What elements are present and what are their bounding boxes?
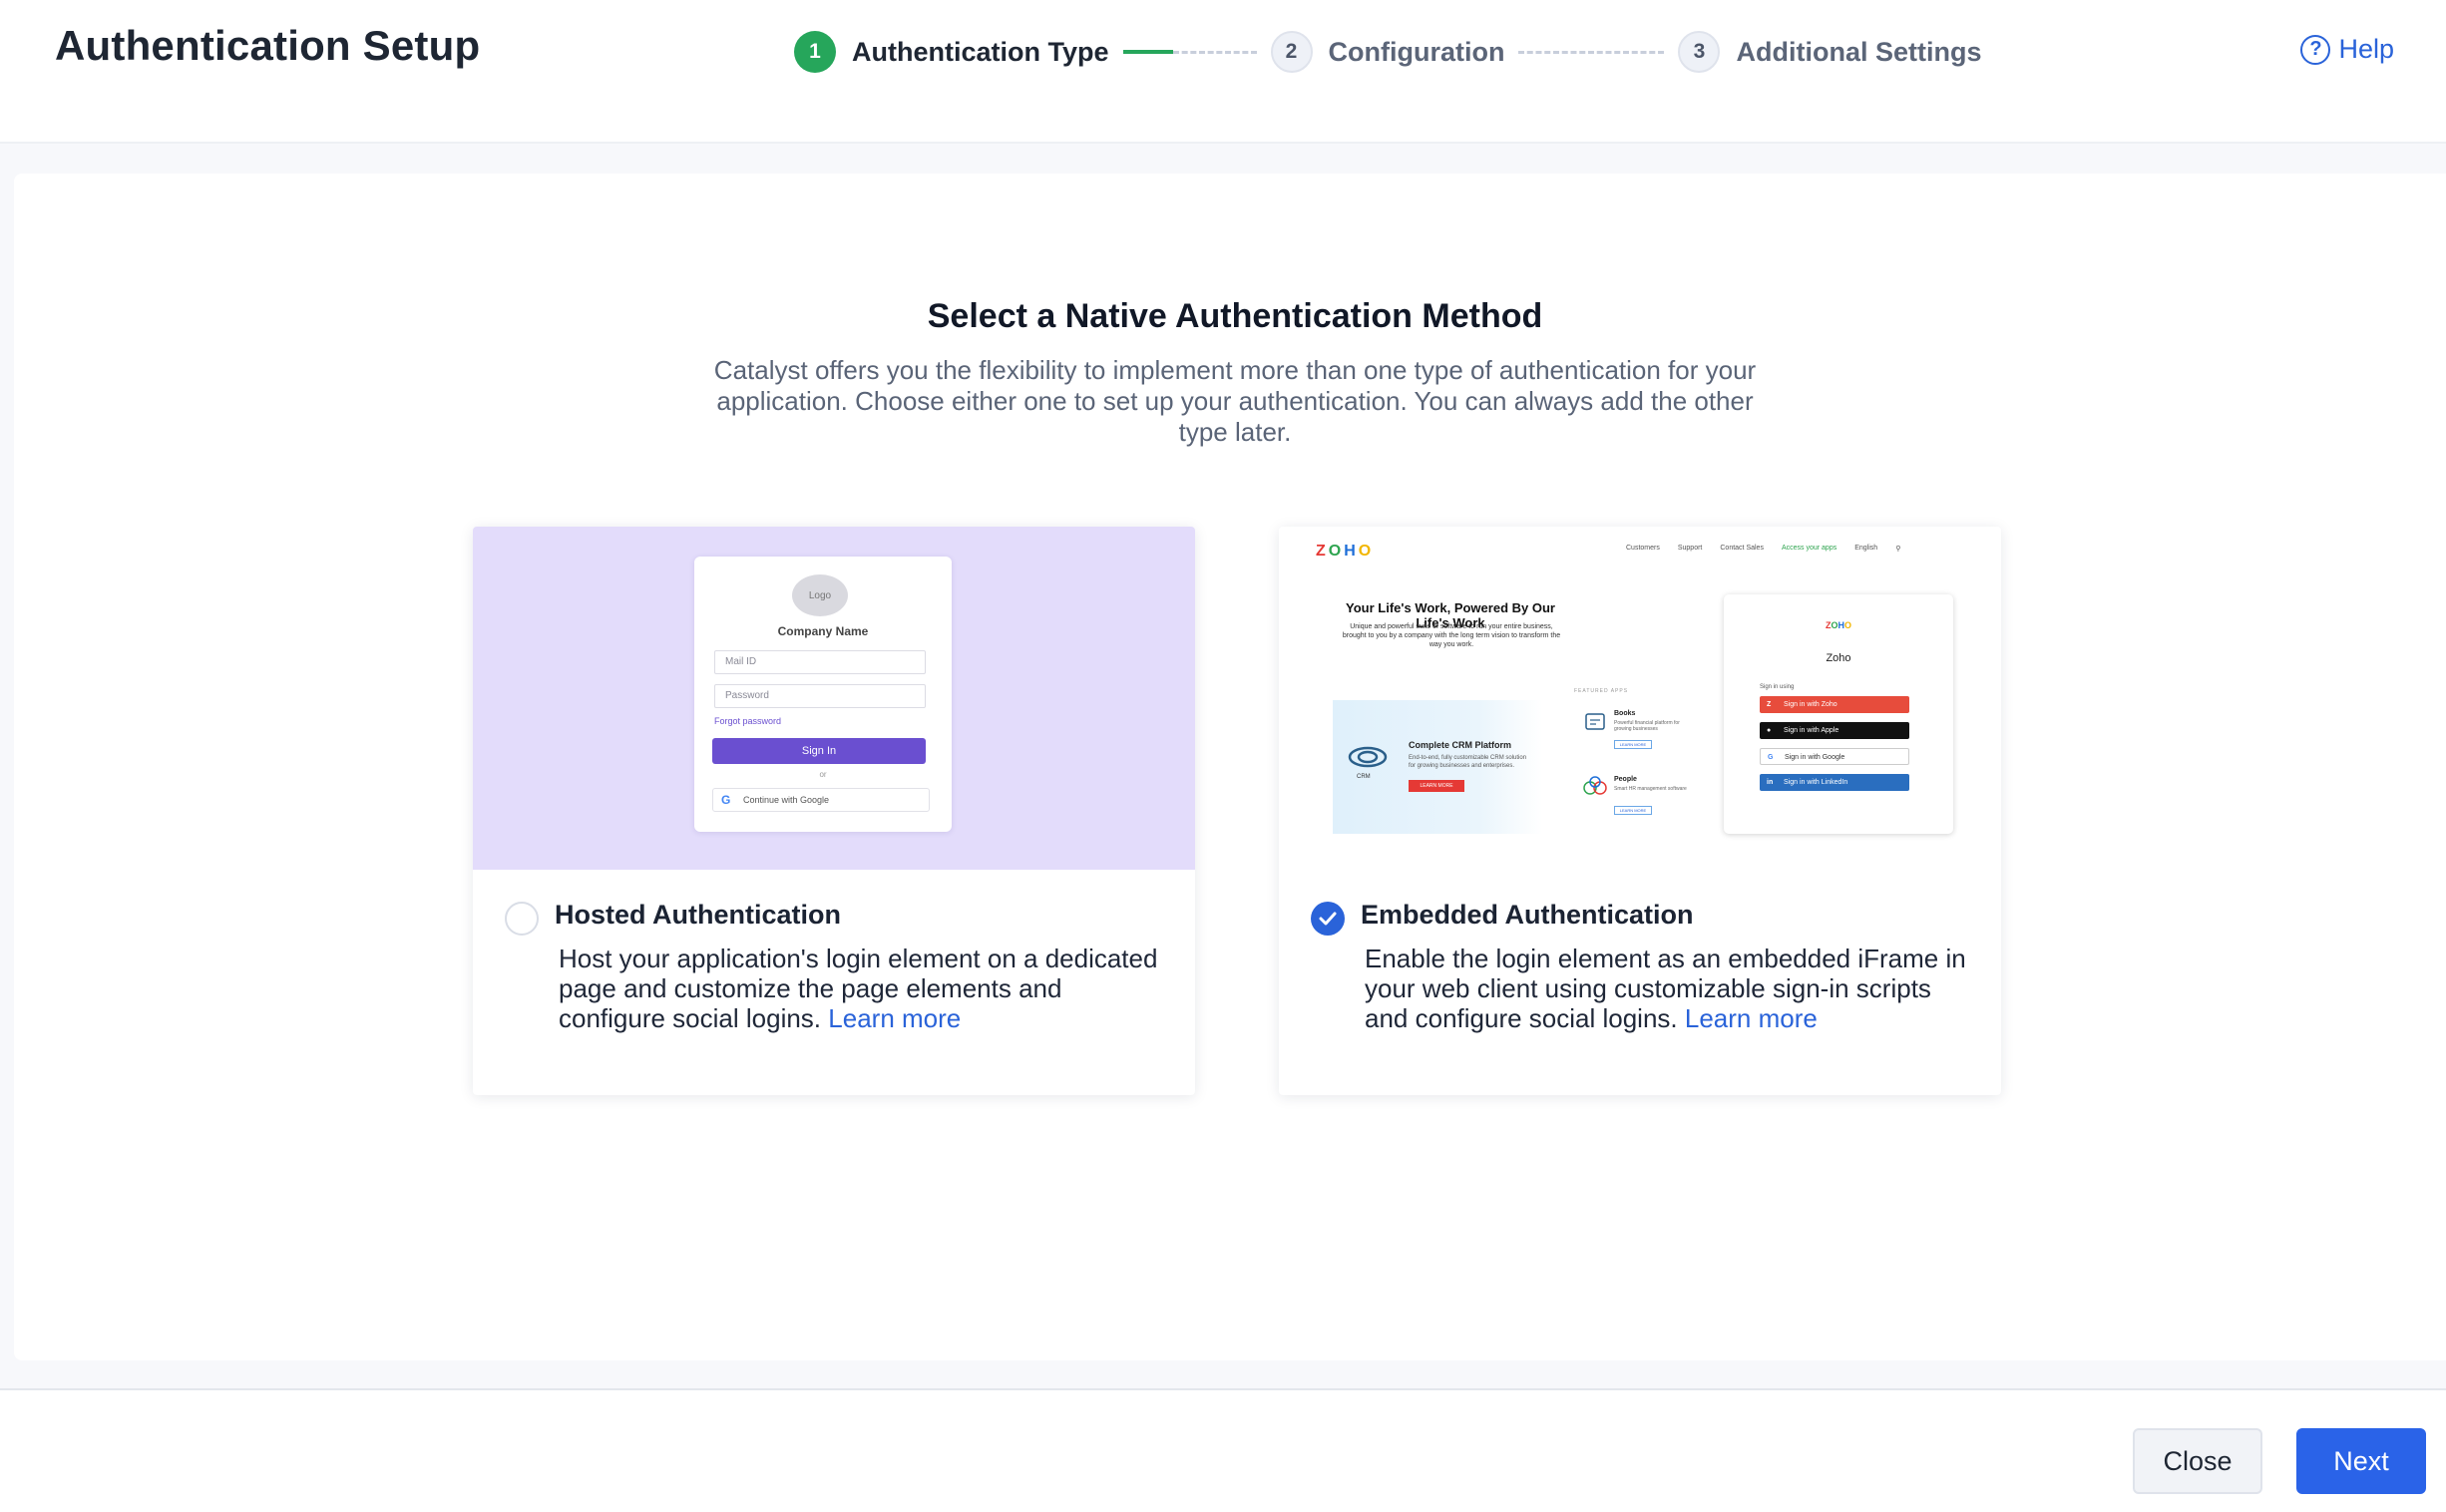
- embedded-preview-image: ZOHO Customers Support Contact Sales Acc…: [1279, 527, 2001, 870]
- step-connector-2: [1518, 50, 1665, 54]
- signin-company-name: Zoho: [1826, 652, 1851, 664]
- preview-or: or: [819, 770, 827, 779]
- preview-nav-item: Support: [1677, 545, 1703, 552]
- preview-featured-label: FEATURED APPS: [1574, 688, 1629, 694]
- crm-title: Complete CRM Platform: [1409, 740, 1512, 750]
- google-icon: G: [1768, 754, 1774, 761]
- hosted-title: Hosted Authentication: [555, 900, 841, 930]
- crm-button: LEARN MORE: [1409, 780, 1464, 792]
- preview-crm-banner: CRM Complete CRM Platform End-to-end, fu…: [1333, 700, 1542, 834]
- crm-label: CRM: [1357, 774, 1371, 780]
- signin-linkedin-button: in Sign in with LinkedIn: [1760, 774, 1909, 791]
- help-icon: ?: [2300, 34, 2331, 65]
- footer: Close Next: [0, 1388, 2446, 1512]
- checkmark-icon: [1319, 912, 1337, 926]
- hosted-authentication-card[interactable]: Logo Company Name Mail ID Password Forgo…: [473, 527, 1195, 1095]
- books-button: LEARN MORE: [1614, 740, 1652, 749]
- preview-subhead: Unique and powerful suite of software to…: [1342, 623, 1561, 648]
- embedded-learn-more-link[interactable]: Learn more: [1685, 1003, 1818, 1033]
- hosted-learn-more-link[interactable]: Learn more: [828, 1003, 961, 1033]
- signin-google-label: Sign in with Google: [1785, 754, 1845, 761]
- section-title: Select a Native Authentication Method: [927, 297, 1543, 335]
- embedded-title: Embedded Authentication: [1361, 900, 1694, 930]
- hosted-preview-form: Logo Company Name Mail ID Password Forgo…: [694, 557, 952, 832]
- people-description: Smart HR management software: [1614, 786, 1687, 792]
- signin-zoho-button: Z Sign in with Zoho: [1760, 696, 1909, 713]
- preview-nav-item: Customers: [1626, 545, 1660, 552]
- preview-password-field: Password: [714, 684, 926, 708]
- books-description: Powerful financial platform for growing …: [1614, 720, 1680, 732]
- embedded-description-text: Enable the login element as an embedded …: [1365, 944, 1966, 1033]
- zoho-icon: Z: [1767, 701, 1772, 708]
- step-authentication-type[interactable]: 1 Authentication Type: [794, 31, 1109, 73]
- people-icon: [1583, 776, 1607, 795]
- step-configuration[interactable]: 2 Configuration: [1270, 31, 1505, 73]
- embedded-radio[interactable]: [1311, 902, 1345, 936]
- help-link[interactable]: ? Help: [2300, 34, 2394, 65]
- signin-apple-label: Sign in with Apple: [1784, 727, 1839, 734]
- signin-using-label: Sign in using: [1760, 684, 1795, 690]
- header: Authentication Setup 1 Authentication Ty…: [0, 0, 2446, 144]
- preview-nav-item: Contact Sales: [1720, 545, 1764, 552]
- people-title: People: [1614, 776, 1637, 783]
- books-title: Books: [1614, 710, 1636, 717]
- books-icon: [1585, 713, 1605, 730]
- preview-mail-field: Mail ID: [714, 650, 926, 674]
- hosted-radio[interactable]: [505, 902, 539, 936]
- preview-nav-item: Access your apps: [1781, 545, 1837, 552]
- preview-company-name: Company Name: [777, 624, 869, 638]
- preview-signin-panel: ZOHO Zoho Sign in using Z Sign in with Zo…: [1724, 594, 1953, 834]
- close-button[interactable]: Close: [2133, 1428, 2262, 1494]
- step-number-1: 1: [794, 31, 836, 73]
- linkedin-icon: in: [1767, 779, 1774, 786]
- signin-google-button: G Sign in with Google: [1760, 748, 1909, 765]
- hosted-preview-image: Logo Company Name Mail ID Password Forgo…: [473, 527, 1195, 870]
- preview-nav: Customers Support Contact Sales Access y…: [1626, 545, 1900, 553]
- preview-logo: Logo: [792, 574, 848, 616]
- step-label-1: Authentication Type: [852, 36, 1109, 67]
- stepper: 1 Authentication Type 2 Configuration 3 …: [794, 30, 1981, 74]
- preview-google-label: Continue with Google: [743, 795, 830, 805]
- connector-dashed: [1172, 50, 1257, 54]
- preview-forgot-link: Forgot password: [714, 716, 782, 726]
- apple-icon: ●: [1767, 727, 1772, 734]
- zoho-logo-small: ZOHO: [1825, 620, 1852, 630]
- hosted-description: Host your application's login element on…: [559, 944, 1167, 1033]
- step-label-2: Configuration: [1328, 36, 1505, 67]
- page-title: Authentication Setup: [55, 22, 481, 69]
- connector-solid: [1122, 50, 1173, 54]
- signin-linkedin-label: Sign in with LinkedIn: [1784, 779, 1848, 786]
- search-icon: ⚲: [1895, 546, 1901, 553]
- step-label-3: Additional Settings: [1736, 36, 1982, 67]
- help-label: Help: [2338, 34, 2394, 64]
- step-number-2: 2: [1270, 31, 1313, 73]
- preview-google-button: G Continue with Google: [712, 788, 930, 812]
- preview-signin-button: Sign In: [712, 738, 926, 764]
- embedded-authentication-card[interactable]: ZOHO Customers Support Contact Sales Acc…: [1279, 527, 2001, 1095]
- signin-apple-button: ● Sign in with Apple: [1760, 722, 1909, 739]
- crm-icon: [1348, 746, 1388, 768]
- preview-nav-item: English: [1854, 545, 1878, 552]
- main-panel: [14, 174, 2446, 1360]
- step-connector-1: [1122, 50, 1257, 54]
- zoho-logo: ZOHO: [1316, 543, 1373, 560]
- embedded-description: Enable the login element as an embedded …: [1365, 944, 1973, 1033]
- next-button[interactable]: Next: [2296, 1428, 2426, 1494]
- step-number-3: 3: [1678, 31, 1721, 73]
- google-icon: G: [721, 793, 731, 807]
- crm-description: End-to-end, fully customizable CRM solut…: [1409, 755, 1527, 769]
- people-button: LEARN MORE: [1614, 806, 1652, 815]
- section-description: Catalyst offers you the flexibility to i…: [713, 355, 1757, 447]
- step-additional-settings[interactable]: 3 Additional Settings: [1678, 31, 1981, 73]
- connector-dashed: [1518, 50, 1665, 54]
- signin-zoho-label: Sign in with Zoho: [1784, 701, 1837, 708]
